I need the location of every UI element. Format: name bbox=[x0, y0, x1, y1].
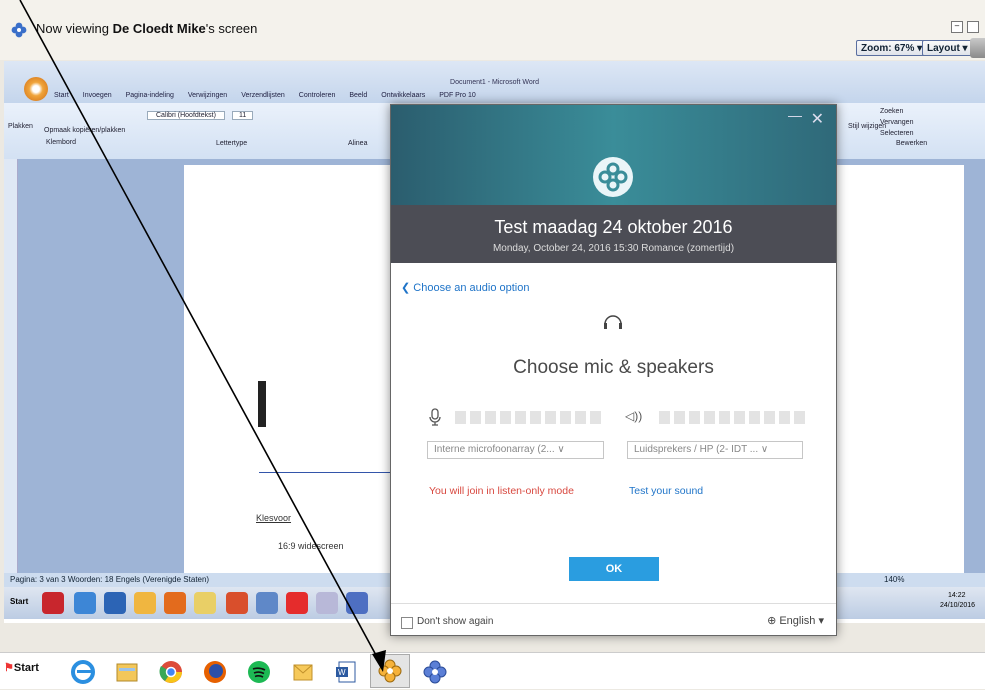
font-size-field[interactable]: 11 bbox=[232, 111, 254, 120]
word-doc-title: Document1 - Microsoft Word bbox=[450, 79, 539, 86]
group-bewerken: Bewerken bbox=[896, 140, 928, 147]
dialog-heading: Choose mic & speakers bbox=[513, 357, 714, 378]
remote-explorer-icon[interactable] bbox=[134, 592, 156, 614]
remote-start-button[interactable]: Start bbox=[10, 597, 28, 606]
viewer-title-text: Now viewing De Cloedt Mike's screen bbox=[36, 21, 257, 36]
title-prefix: Now viewing bbox=[36, 21, 113, 36]
back-link[interactable]: ❮ Choose an audio option bbox=[401, 281, 530, 294]
audio-dialog: — ✕ Test maadag 24 oktober 2016 Monday, … bbox=[390, 104, 837, 636]
doc-black-block bbox=[258, 381, 266, 427]
edit-vervangen[interactable]: Vervangen bbox=[880, 119, 913, 126]
dialog-close-button[interactable]: ✕ bbox=[811, 109, 824, 129]
webex-active-taskbar-button[interactable] bbox=[370, 654, 410, 688]
word-tab-beeld[interactable]: Beeld bbox=[349, 92, 367, 99]
webex-logo-large-icon bbox=[593, 157, 633, 197]
headset-icon bbox=[604, 315, 622, 329]
format-painter-label[interactable]: Opmaak kopiëren/plakken bbox=[44, 127, 125, 134]
dialog-banner: — ✕ bbox=[391, 105, 836, 205]
remote-app2-icon[interactable] bbox=[286, 592, 308, 614]
ie-icon[interactable] bbox=[68, 658, 98, 686]
title-suffix: 's screen bbox=[205, 21, 258, 36]
clock-time: 14:22 bbox=[948, 592, 966, 599]
word-tab-controleren[interactable]: Controleren bbox=[299, 92, 336, 99]
svg-text:W: W bbox=[338, 668, 346, 677]
dialog-minimize-button[interactable]: — bbox=[788, 107, 802, 123]
dont-show-checkbox[interactable] bbox=[401, 617, 413, 629]
language-selector[interactable]: ⊕ English ▾ bbox=[767, 614, 824, 627]
test-sound-link[interactable]: Test your sound bbox=[629, 485, 703, 497]
microphone-select[interactable]: Interne microfoonarray (2... ∨ bbox=[427, 441, 604, 459]
layout-dropdown[interactable]: Layout ▾ bbox=[922, 40, 973, 56]
mic-level-meter bbox=[455, 411, 601, 424]
dont-show-label: Don't show again bbox=[417, 616, 494, 627]
status-zoom: 140% bbox=[884, 575, 905, 584]
font-name-field[interactable]: Calibri (Hoofdtekst) bbox=[147, 111, 225, 120]
start-label: Start bbox=[13, 662, 39, 674]
remote-folder-icon[interactable] bbox=[194, 592, 216, 614]
word-tab-ontwikkelaars[interactable]: Ontwikkelaars bbox=[381, 92, 425, 99]
remote-firefox-icon[interactable] bbox=[164, 592, 186, 614]
zoom-dropdown[interactable]: Zoom: 67% ▾ bbox=[856, 40, 928, 56]
word-tab-verwijzingen[interactable]: Verwijzingen bbox=[188, 92, 227, 99]
spotify-icon[interactable] bbox=[244, 658, 274, 686]
start-button[interactable]: ⚑Start bbox=[4, 661, 39, 674]
doc-line-2: 16:9 widescreen bbox=[278, 541, 344, 551]
explorer-icon[interactable] bbox=[112, 658, 142, 686]
remote-ie-icon[interactable] bbox=[74, 592, 96, 614]
webex-logo-icon bbox=[11, 22, 27, 38]
word-tab-start[interactable]: Start bbox=[54, 92, 69, 99]
remote-app-icon[interactable] bbox=[42, 592, 64, 614]
remote-webex-icon[interactable] bbox=[346, 592, 368, 614]
listen-only-warning: You will join in listen-only mode bbox=[429, 485, 574, 497]
edit-zoeken[interactable]: Zoeken bbox=[880, 108, 903, 115]
doc-line-1: Klesvoor bbox=[256, 513, 292, 523]
taskbar: ⚑Start W bbox=[0, 652, 985, 689]
windows-flag-icon: ⚑ bbox=[4, 662, 14, 674]
doc-hyperlink-line bbox=[259, 472, 399, 473]
edit-selecteren[interactable]: Selecteren bbox=[880, 130, 913, 137]
remote-paint-icon[interactable] bbox=[226, 592, 248, 614]
maximize-button[interactable] bbox=[967, 21, 979, 33]
word-titlebar: Document1 - Microsoft Word Start Invoege… bbox=[4, 61, 985, 103]
status-text: Pagina: 3 van 3 Woorden: 18 Engels (Vere… bbox=[10, 575, 210, 584]
ok-button[interactable]: OK bbox=[569, 557, 659, 581]
microphone-icon bbox=[429, 408, 441, 426]
word-tab-pagina-indeling[interactable]: Pagina-indeling bbox=[126, 92, 174, 99]
meeting-subtitle: Monday, October 24, 2016 15:30 Romance (… bbox=[492, 243, 735, 254]
language-label: English bbox=[779, 615, 816, 627]
paste-label[interactable]: Plakken bbox=[8, 123, 33, 130]
word-tab-invoegen[interactable]: Invoegen bbox=[83, 92, 112, 99]
speaker-icon: ◁)) bbox=[625, 409, 643, 423]
clock-date: 24/10/2016 bbox=[940, 602, 976, 609]
globe-icon: ⊕ bbox=[767, 615, 780, 627]
word-tabs: Start Invoegen Pagina-indeling Verwijzin… bbox=[54, 92, 476, 99]
minimize-button[interactable]: – bbox=[951, 21, 963, 33]
remote-app3-icon[interactable] bbox=[316, 592, 338, 614]
word-tab-pdf[interactable]: PDF Pro 10 bbox=[439, 92, 476, 99]
outlook-icon[interactable] bbox=[288, 658, 318, 686]
chrome-icon[interactable] bbox=[156, 658, 186, 686]
webex-active-icon bbox=[378, 659, 402, 683]
vertical-ruler bbox=[4, 159, 18, 583]
remote-word-icon[interactable] bbox=[256, 592, 278, 614]
group-alinea: Alinea bbox=[348, 140, 368, 147]
speaker-select[interactable]: Luidsprekers / HP (2- IDT ... ∨ bbox=[627, 441, 803, 459]
remote-ps-icon[interactable] bbox=[104, 592, 126, 614]
group-lettertype: Lettertype bbox=[216, 140, 248, 147]
chevron-left-icon: ❮ bbox=[401, 282, 414, 294]
firefox-icon[interactable] bbox=[200, 658, 230, 686]
meeting-title: Test maadag 24 oktober 2016 bbox=[494, 217, 733, 237]
webex-icon[interactable] bbox=[420, 658, 450, 686]
back-link-label: Choose an audio option bbox=[413, 282, 530, 294]
presenter-name: De Cloedt Mike bbox=[112, 21, 206, 36]
viewer-header: Now viewing De Cloedt Mike's screen – Zo… bbox=[0, 0, 985, 60]
camera-icon[interactable] bbox=[970, 38, 985, 58]
caret-down-icon: ▾ bbox=[815, 615, 824, 627]
word-icon[interactable]: W bbox=[332, 658, 362, 686]
speaker-level-meter bbox=[659, 411, 805, 424]
word-tab-verzendlijsten[interactable]: Verzendlijsten bbox=[241, 92, 285, 99]
group-klembord: Klembord bbox=[46, 139, 76, 146]
